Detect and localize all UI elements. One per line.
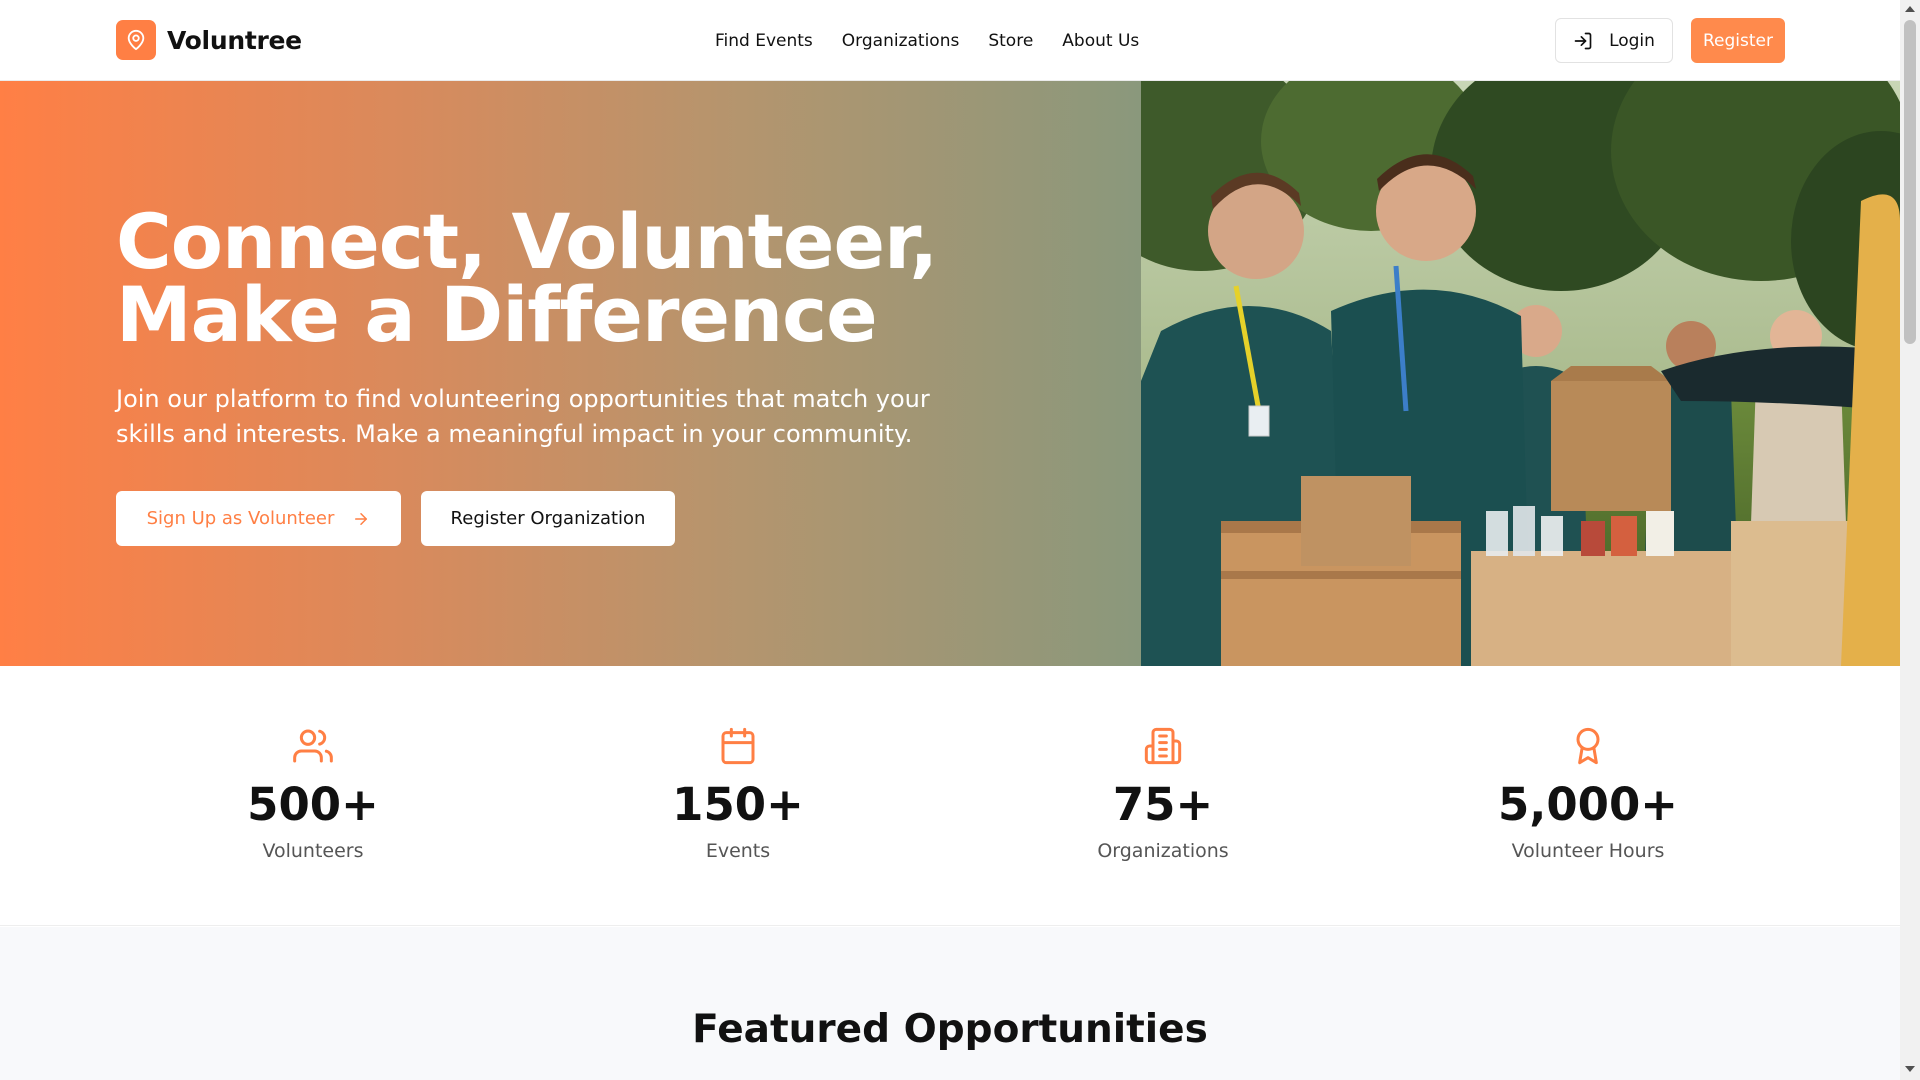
building-icon [1143, 726, 1183, 766]
featured-section: Featured Opportunities [0, 927, 1900, 1080]
nav-store[interactable]: Store [988, 31, 1033, 51]
featured-title: Featured Opportunities [692, 1007, 1208, 1052]
register-button[interactable]: Register [1691, 18, 1785, 63]
sign-up-volunteer-label: Sign Up as Volunteer [146, 508, 335, 529]
hero-image [1141, 81, 1900, 666]
stat-label: Volunteers [262, 840, 364, 862]
main-nav: Find Events Organizations Store About Us [715, 0, 1139, 81]
hero-title-line-2: Make a Difference [116, 270, 878, 359]
stat-value: 500+ [247, 778, 379, 831]
stat-events: 150+ Events [588, 666, 888, 926]
stat-organizations: 75+ Organizations [1013, 666, 1313, 926]
scroll-up-arrow-icon[interactable] [1905, 6, 1915, 12]
stats-section: 500+ Volunteers 150+ Events 75+ Organiza… [0, 666, 1900, 926]
hero-subtitle: Join our platform to find volunteering o… [116, 385, 930, 448]
register-organization-button[interactable]: Register Organization [421, 491, 675, 546]
calendar-icon [718, 726, 758, 766]
stat-volunteers: 500+ Volunteers [163, 666, 463, 926]
scroll-down-arrow-icon[interactable] [1905, 1066, 1915, 1072]
page-scrollbar[interactable] [1900, 0, 1920, 1080]
arrow-right-icon [352, 510, 370, 528]
stat-value: 5,000+ [1497, 778, 1679, 831]
sign-up-volunteer-button[interactable]: Sign Up as Volunteer [116, 491, 401, 546]
stat-value: 75+ [1112, 778, 1214, 831]
stat-label: Organizations [1097, 840, 1229, 862]
scroll-thumb[interactable] [1904, 20, 1916, 344]
log-in-icon [1573, 31, 1593, 51]
brand-logo-link[interactable]: Voluntree [116, 20, 302, 60]
stat-volunteer-hours: 5,000+ Volunteer Hours [1438, 666, 1738, 926]
stat-label: Volunteer Hours [1511, 840, 1665, 862]
nav-organizations[interactable]: Organizations [842, 31, 960, 51]
map-pin-icon [116, 20, 156, 60]
nav-find-events[interactable]: Find Events [715, 31, 813, 51]
award-icon [1568, 726, 1608, 766]
login-button[interactable]: Login [1555, 18, 1673, 63]
users-icon [293, 726, 333, 766]
hero-title-line-1: Connect, Volunteer, [116, 197, 938, 286]
hero-section: Connect, Volunteer, Make a Difference Jo… [0, 81, 1900, 666]
site-header: Voluntree Find Events Organizations Stor… [0, 0, 1900, 81]
stat-label: Events [705, 840, 771, 862]
hero-title: Connect, Volunteer, Make a Difference [116, 197, 1016, 359]
login-label: Login [1609, 30, 1655, 51]
hero-content: Connect, Volunteer, Make a Difference Jo… [0, 81, 1141, 666]
brand-name: Voluntree [167, 25, 302, 55]
nav-about-us[interactable]: About Us [1062, 31, 1139, 51]
stat-value: 150+ [672, 778, 804, 831]
